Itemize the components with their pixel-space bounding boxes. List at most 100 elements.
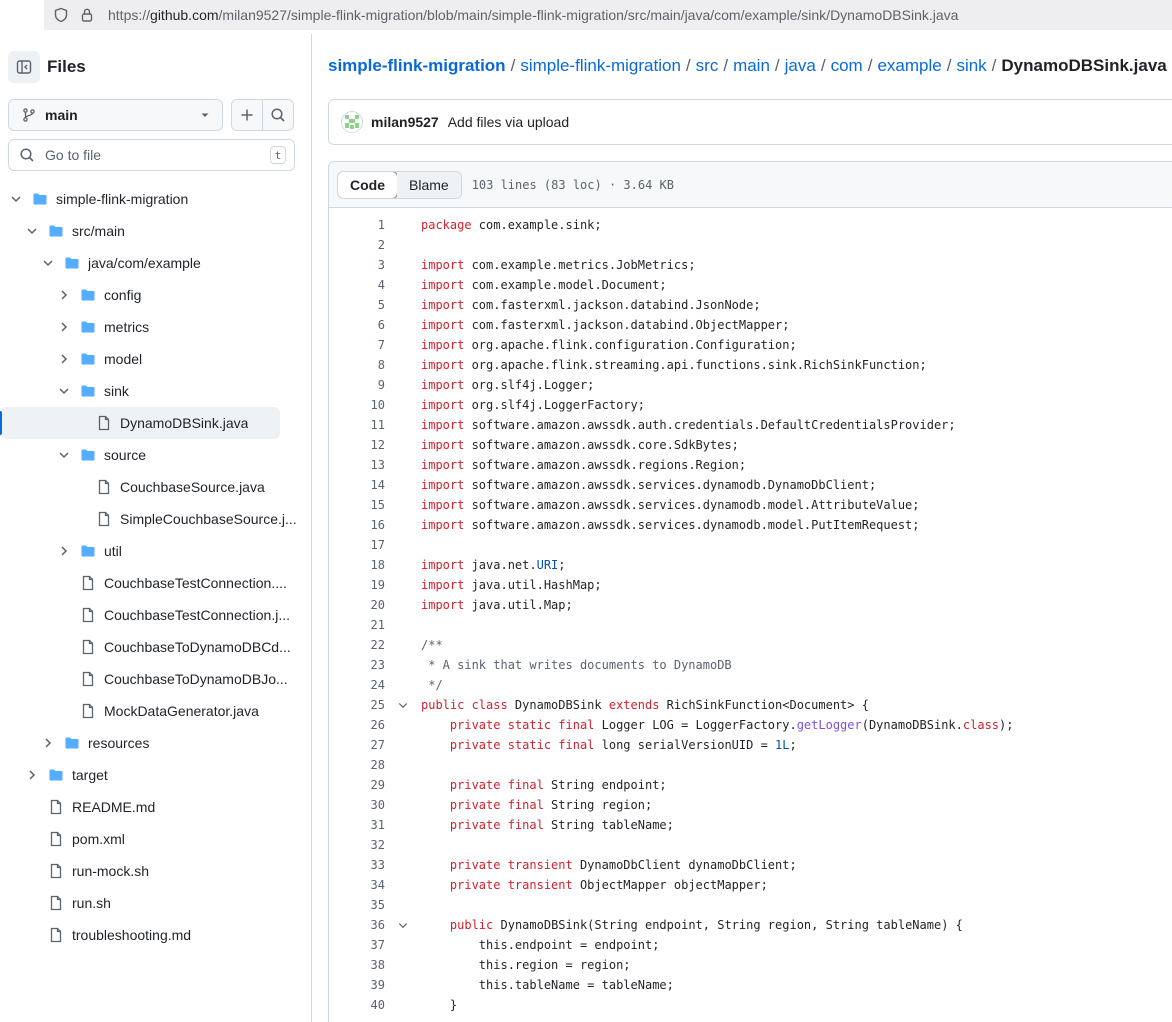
tree-toggle[interactable]	[56, 543, 72, 559]
tree-file[interactable]: run.sh	[0, 887, 311, 919]
line-number[interactable]: 25	[329, 698, 385, 712]
breadcrumb-link[interactable]: src	[696, 56, 719, 76]
search-button[interactable]	[262, 99, 294, 131]
commit-author[interactable]: milan9527	[371, 114, 439, 130]
code-token: org.apache.flink.configuration.Configura…	[464, 338, 797, 352]
add-file-button[interactable]	[231, 99, 263, 131]
line-number[interactable]: 2	[329, 238, 385, 252]
line-number[interactable]: 30	[329, 798, 385, 812]
line-number[interactable]: 19	[329, 578, 385, 592]
line-number[interactable]: 15	[329, 498, 385, 512]
branch-selector[interactable]: main	[8, 99, 223, 131]
line-number[interactable]: 21	[329, 618, 385, 632]
line-number[interactable]: 3	[329, 258, 385, 272]
line-number[interactable]: 33	[329, 858, 385, 872]
tree-toggle[interactable]	[8, 191, 24, 207]
tree-file[interactable]: CouchbaseToDynamoDBCd...	[0, 631, 311, 663]
line-number[interactable]: 37	[329, 938, 385, 952]
tree-folder[interactable]: sink	[0, 375, 311, 407]
breadcrumb-link[interactable]: simple-flink-migration	[520, 56, 681, 76]
tree-file[interactable]: DynamoDBSink.java	[0, 407, 280, 439]
avatar[interactable]	[341, 111, 363, 133]
line-number[interactable]: 11	[329, 418, 385, 432]
tree-folder[interactable]: target	[0, 759, 311, 791]
tree-folder[interactable]: resources	[0, 727, 311, 759]
line-number[interactable]: 7	[329, 338, 385, 352]
line-number[interactable]: 28	[329, 758, 385, 772]
line-number[interactable]: 5	[329, 298, 385, 312]
collapse-sidebar-button[interactable]	[8, 51, 40, 83]
line-number[interactable]: 16	[329, 518, 385, 532]
breadcrumb-link[interactable]: sink	[956, 56, 986, 76]
tree-folder[interactable]: config	[0, 279, 311, 311]
tree-toggle[interactable]	[56, 351, 72, 367]
tree-toggle[interactable]	[40, 255, 56, 271]
tab-blame[interactable]: Blame	[397, 171, 461, 198]
line-number[interactable]: 34	[329, 878, 385, 892]
tree-file[interactable]: CouchbaseTestConnection.j...	[0, 599, 311, 631]
tree-toggle[interactable]	[56, 319, 72, 335]
line-number[interactable]: 9	[329, 378, 385, 392]
line-number[interactable]: 23	[329, 658, 385, 672]
url-text[interactable]: https://github.com/milan9527/simple-flin…	[108, 7, 958, 23]
line-number[interactable]: 39	[329, 978, 385, 992]
fold-toggle[interactable]	[385, 919, 421, 931]
line-number[interactable]: 8	[329, 358, 385, 372]
fold-toggle[interactable]	[385, 699, 421, 711]
tree-file[interactable]: pom.xml	[0, 823, 311, 855]
tree-file[interactable]: CouchbaseTestConnection....	[0, 567, 311, 599]
tree-toggle[interactable]	[40, 735, 56, 751]
line-number[interactable]: 35	[329, 898, 385, 912]
tree-folder[interactable]: src/main	[0, 215, 311, 247]
line-number[interactable]: 31	[329, 818, 385, 832]
line-number[interactable]: 13	[329, 458, 385, 472]
line-number[interactable]: 26	[329, 718, 385, 732]
line-number[interactable]: 4	[329, 278, 385, 292]
breadcrumb-link[interactable]: com	[831, 56, 863, 76]
address-field[interactable]: https://github.com/milan9527/simple-flin…	[44, 0, 1172, 30]
tree-folder[interactable]: metrics	[0, 311, 311, 343]
line-number[interactable]: 20	[329, 598, 385, 612]
breadcrumb-link[interactable]: java	[785, 56, 816, 76]
tree-file[interactable]: CouchbaseSource.java	[0, 471, 311, 503]
tree-toggle[interactable]	[24, 223, 40, 239]
shield-icon[interactable]	[52, 6, 70, 24]
line-number[interactable]: 32	[329, 838, 385, 852]
line-number[interactable]: 38	[329, 958, 385, 972]
line-number[interactable]: 36	[329, 918, 385, 932]
breadcrumb-link[interactable]: main	[733, 56, 770, 76]
tree-toggle[interactable]	[24, 767, 40, 783]
line-number[interactable]: 18	[329, 558, 385, 572]
tree-toggle[interactable]	[56, 383, 72, 399]
tree-file[interactable]: README.md	[0, 791, 311, 823]
tree-toggle[interactable]	[56, 287, 72, 303]
tree-folder[interactable]: simple-flink-migration	[0, 183, 311, 215]
tree-file[interactable]: run-mock.sh	[0, 855, 311, 887]
tree-folder[interactable]: source	[0, 439, 311, 471]
line-number[interactable]: 17	[329, 538, 385, 552]
tab-code[interactable]: Code	[337, 171, 398, 198]
commit-message[interactable]: Add files via upload	[448, 114, 569, 130]
tree-folder[interactable]: java/com/example	[0, 247, 311, 279]
tree-toggle[interactable]	[56, 447, 72, 463]
tree-file[interactable]: MockDataGenerator.java	[0, 695, 311, 727]
line-number[interactable]: 22	[329, 638, 385, 652]
tree-file[interactable]: troubleshooting.md	[0, 919, 311, 951]
line-number[interactable]: 12	[329, 438, 385, 452]
tree-folder[interactable]: util	[0, 535, 311, 567]
breadcrumb-repo-link[interactable]: simple-flink-migration	[328, 56, 506, 76]
line-number[interactable]: 27	[329, 738, 385, 752]
tree-file[interactable]: CouchbaseToDynamoDBJo...	[0, 663, 311, 695]
tree-folder[interactable]: model	[0, 343, 311, 375]
breadcrumb-link[interactable]: example	[877, 56, 941, 76]
line-number[interactable]: 14	[329, 478, 385, 492]
line-number[interactable]: 1	[329, 218, 385, 232]
line-number[interactable]: 29	[329, 778, 385, 792]
lock-icon[interactable]	[78, 6, 96, 24]
line-number[interactable]: 24	[329, 678, 385, 692]
line-number[interactable]: 10	[329, 398, 385, 412]
tree-file[interactable]: SimpleCouchbaseSource.j...	[0, 503, 311, 535]
go-to-file-input[interactable]: Go to file t	[8, 139, 295, 171]
line-number[interactable]: 6	[329, 318, 385, 332]
line-number[interactable]: 40	[329, 998, 385, 1012]
